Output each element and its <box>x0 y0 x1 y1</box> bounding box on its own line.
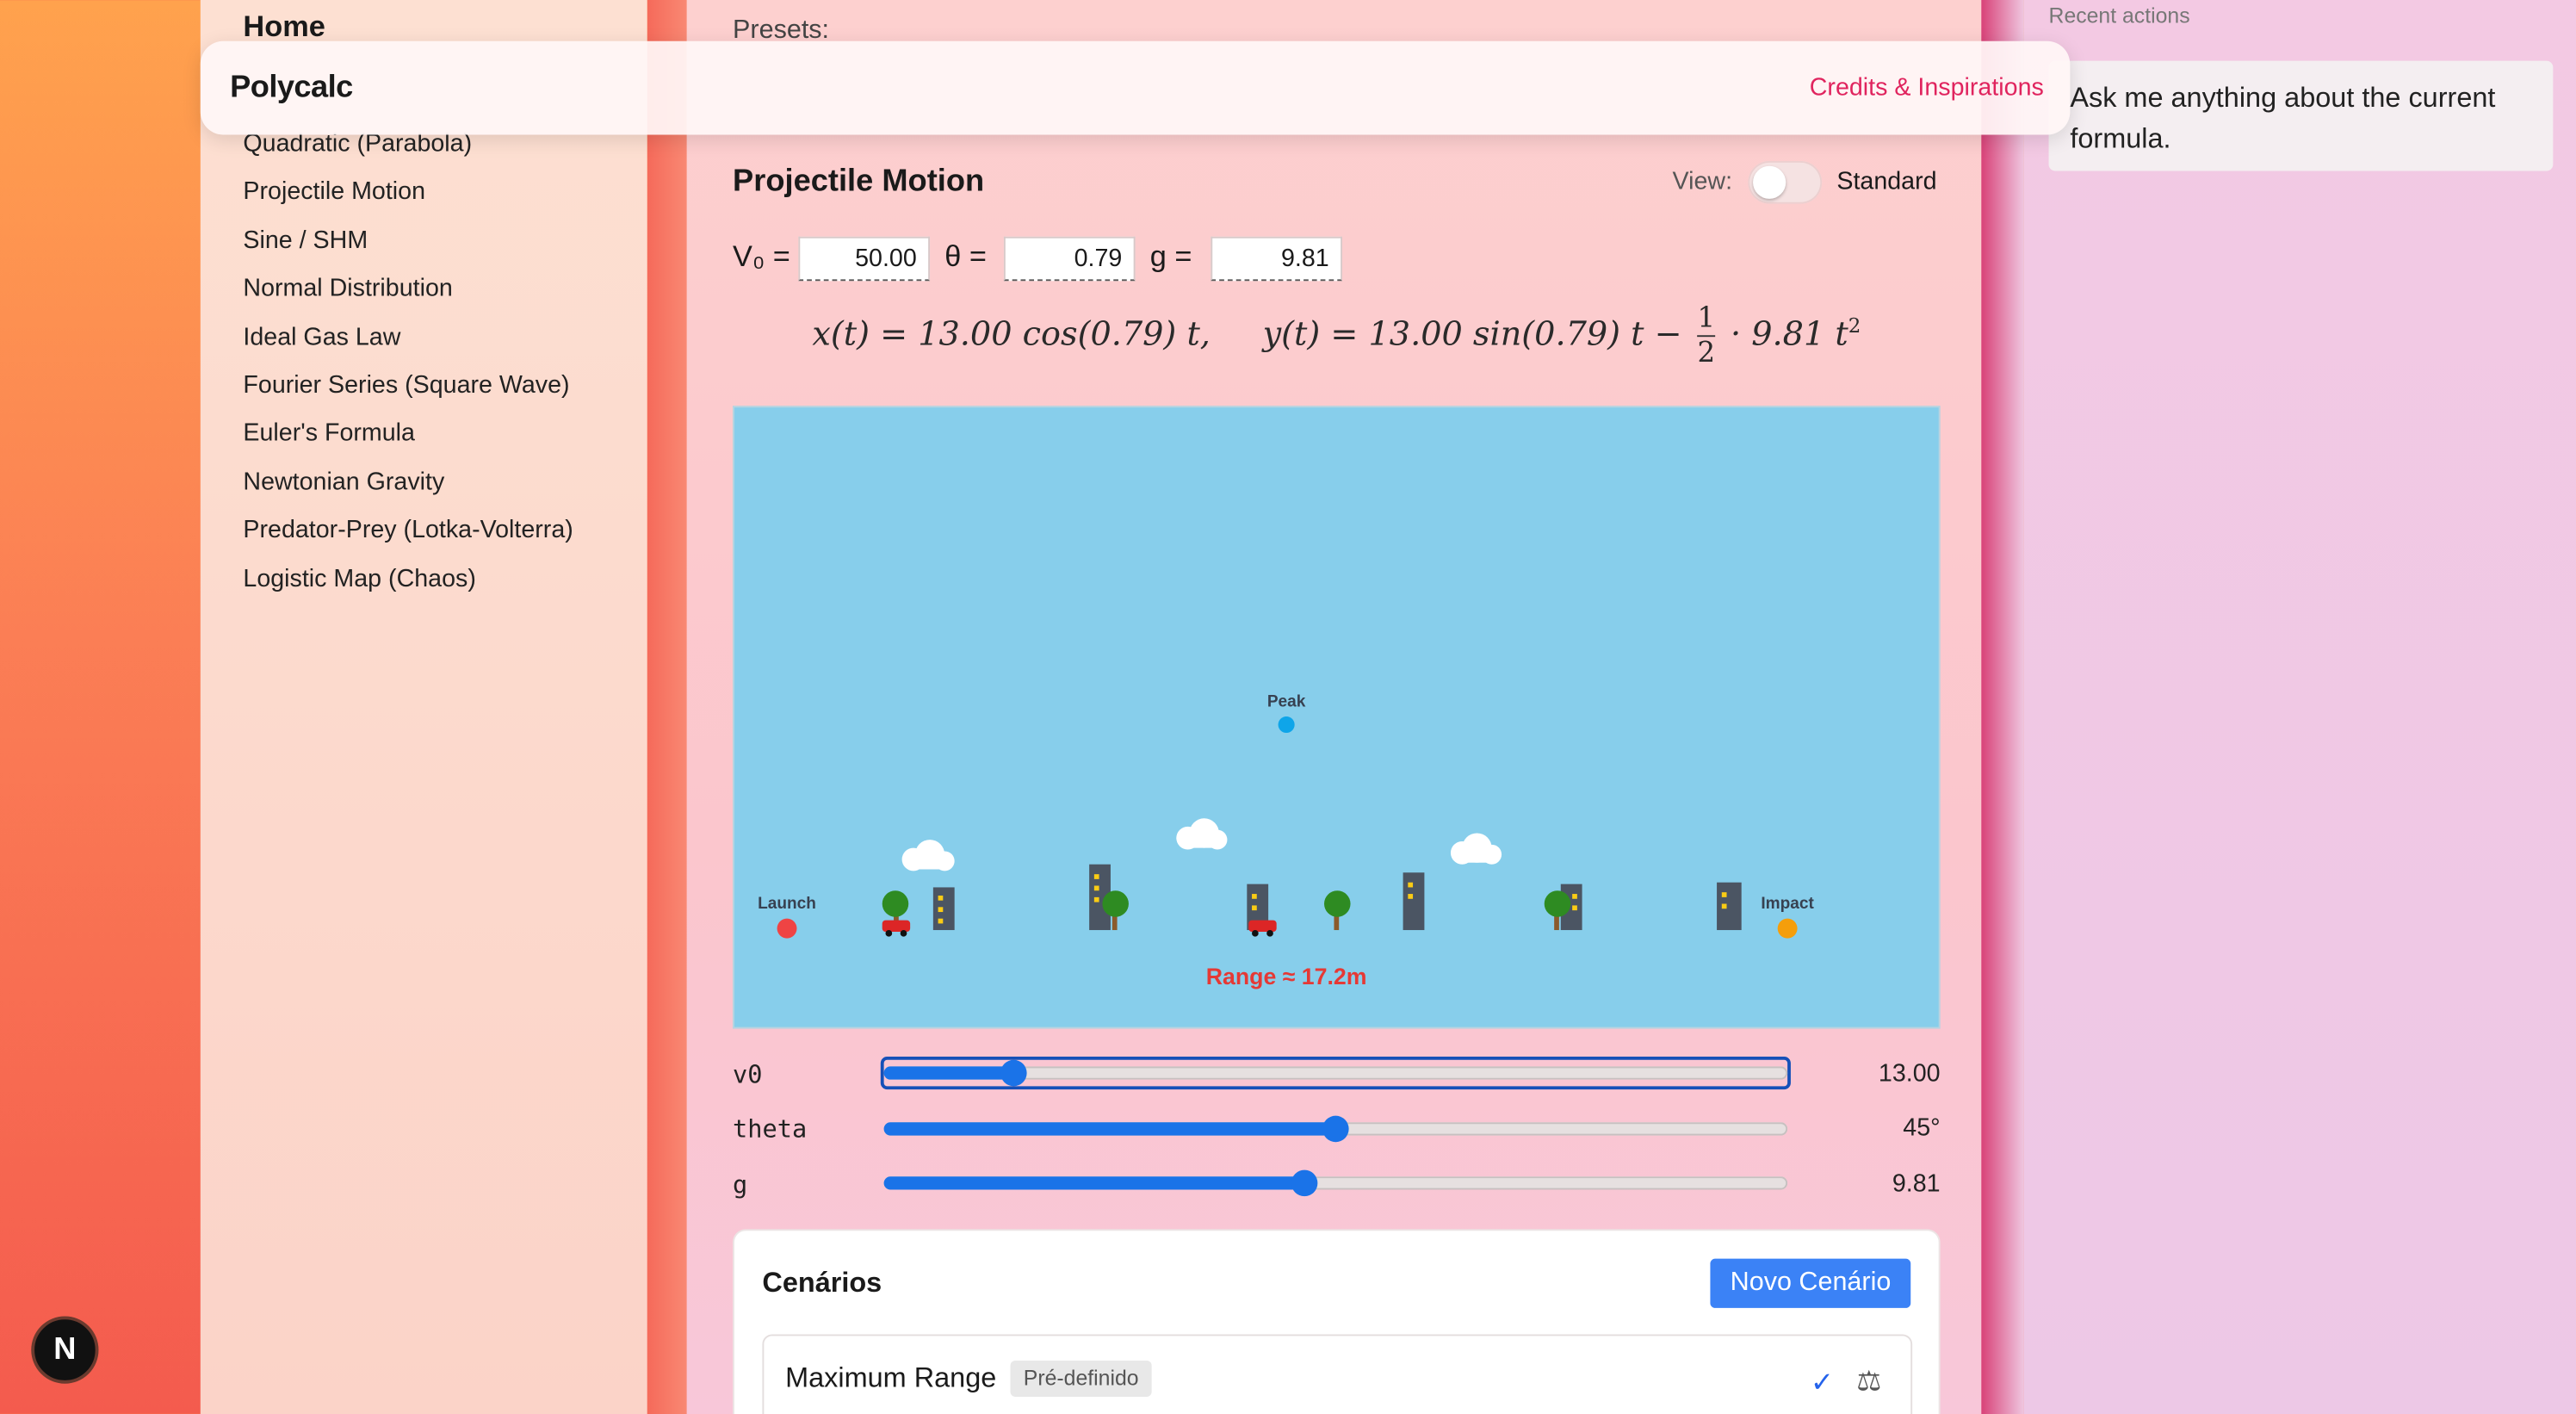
sidebar-item-sine-shm[interactable]: Sine / SHM <box>243 225 573 273</box>
compare-scale-icon[interactable]: ⚖ <box>1856 1366 1881 1398</box>
preset-badge: Pré-definido <box>1010 1360 1152 1397</box>
cloud-icon <box>1450 833 1502 865</box>
range-readout: Range ≈ 17.2m <box>1206 964 1367 989</box>
slider-fill <box>883 1066 1013 1080</box>
cloud-icon <box>1176 818 1228 850</box>
slider-fill <box>883 1122 1336 1136</box>
sidebar-item-predator-prey[interactable]: Predator-Prey (Lotka-Volterra) <box>243 515 573 563</box>
top-navigation-bar: Polycalc Credits & Inspirations <box>200 40 2071 135</box>
building-icon <box>932 887 955 931</box>
new-scenario-button[interactable]: Novo Cenário <box>1710 1258 1911 1308</box>
slider-thumb[interactable] <box>1000 1059 1026 1087</box>
car-icon <box>882 920 911 937</box>
sidebar-item-eulers-formula[interactable]: Euler's Formula <box>243 418 573 466</box>
y-equation-tail: · 9.81 t <box>1730 313 1848 354</box>
formula-list: Quadratic (Parabola) Projectile Motion S… <box>243 128 573 611</box>
view-mode-value: Standard <box>1836 167 1937 196</box>
t-exponent: 2 <box>1848 314 1861 338</box>
sidebar-item-newtonian-gravity[interactable]: Newtonian Gravity <box>243 466 573 514</box>
sidebar-item-fourier-series[interactable]: Fourier Series (Square Wave) <box>243 369 573 418</box>
v0-input[interactable]: 50.00 <box>798 236 931 282</box>
v0-slider-value: 13.00 <box>1878 1059 1941 1088</box>
theta-input[interactable]: 0.79 <box>1003 236 1136 282</box>
apply-check-icon[interactable]: ✓ <box>1811 1367 1834 1400</box>
sidebar-item-projectile-motion[interactable]: Projectile Motion <box>243 177 573 225</box>
cloud-icon <box>901 840 955 871</box>
launch-marker <box>777 918 797 939</box>
slider-fill <box>883 1176 1304 1190</box>
g-slider[interactable] <box>883 1169 1788 1197</box>
slider-thumb[interactable] <box>1322 1115 1349 1143</box>
theta-slider[interactable] <box>883 1115 1788 1143</box>
simulation-svg: Launch Peak Impact Range ≈ 17.2m <box>758 693 1814 989</box>
tree-icon <box>1324 890 1351 931</box>
formula-title: Projectile Motion <box>733 164 985 199</box>
projectile-simulation-canvas: Launch Peak Impact Range ≈ 17.2m <box>733 406 1941 1029</box>
credits-link[interactable]: Credits & Inspirations <box>1810 74 2044 102</box>
half-fraction: 1 2 <box>1697 302 1716 370</box>
sidebar-home-link[interactable]: Home <box>243 9 325 44</box>
view-toggle[interactable] <box>1748 161 1823 204</box>
scenario-item[interactable]: Maximum Range Pré-definido ✓ ⚖ <box>762 1334 1913 1414</box>
n-logo-button[interactable]: N <box>31 1316 99 1384</box>
scenario-name: Maximum Range <box>785 1361 997 1394</box>
sidebar-item-logistic-map[interactable]: Logistic Map (Chaos) <box>243 563 573 611</box>
v0-slider[interactable] <box>883 1059 1788 1087</box>
slider-thumb[interactable] <box>1291 1169 1317 1197</box>
y-equation: y(t) = 13.00 sin(0.79) t − <box>1262 313 1682 354</box>
recent-actions-label: Recent actions <box>2048 3 2190 28</box>
scenarios-card: Cenários Novo Cenário Maximum Range Pré-… <box>733 1229 1941 1414</box>
fraction-denominator: 2 <box>1697 337 1716 370</box>
theta-slider-label: theta <box>733 1113 808 1144</box>
scenarios-title: Cenários <box>762 1267 882 1299</box>
g-label: g = <box>1149 239 1192 273</box>
g-input[interactable]: 9.81 <box>1211 236 1342 282</box>
launch-label: Launch <box>758 895 816 913</box>
theta-slider-value: 45° <box>1903 1113 1941 1143</box>
sidebar-item-normal-distribution[interactable]: Normal Distribution <box>243 273 573 321</box>
trajectory-equation: x(t) = 13.00 cos(0.79) t, y(t) = 13.00 s… <box>733 302 1941 369</box>
toggle-knob <box>1753 165 1786 199</box>
impact-label: Impact <box>1761 895 1814 913</box>
g-slider-label: g <box>733 1169 748 1200</box>
x-equation: x(t) = 13.00 cos(0.79) t, <box>812 313 1211 354</box>
sidebar-item-ideal-gas-law[interactable]: Ideal Gas Law <box>243 321 573 369</box>
peak-marker <box>1278 716 1295 734</box>
sidebar: Home Quadratic (Parabola) Projectile Mot… <box>200 0 647 1414</box>
g-slider-value: 9.81 <box>1892 1169 1941 1199</box>
fraction-numerator: 1 <box>1697 302 1716 338</box>
theta-label: θ = <box>944 239 987 273</box>
assistant-panel <box>2023 0 2576 1414</box>
building-icon <box>1403 872 1425 931</box>
impact-marker <box>1777 918 1798 939</box>
assistant-prompt-card: Ask me anything about the current formul… <box>2048 60 2554 171</box>
peak-label: Peak <box>1267 693 1306 711</box>
building-icon <box>1717 882 1742 931</box>
car-icon <box>1248 920 1277 937</box>
v0-label: V₀ = <box>733 239 790 273</box>
v0-slider-label: v0 <box>733 1059 763 1090</box>
sidebar-item-quadratic[interactable]: Quadratic (Parabola) <box>243 128 573 177</box>
view-label: View: <box>1672 167 1733 196</box>
app-brand[interactable]: Polycalc <box>230 71 353 107</box>
